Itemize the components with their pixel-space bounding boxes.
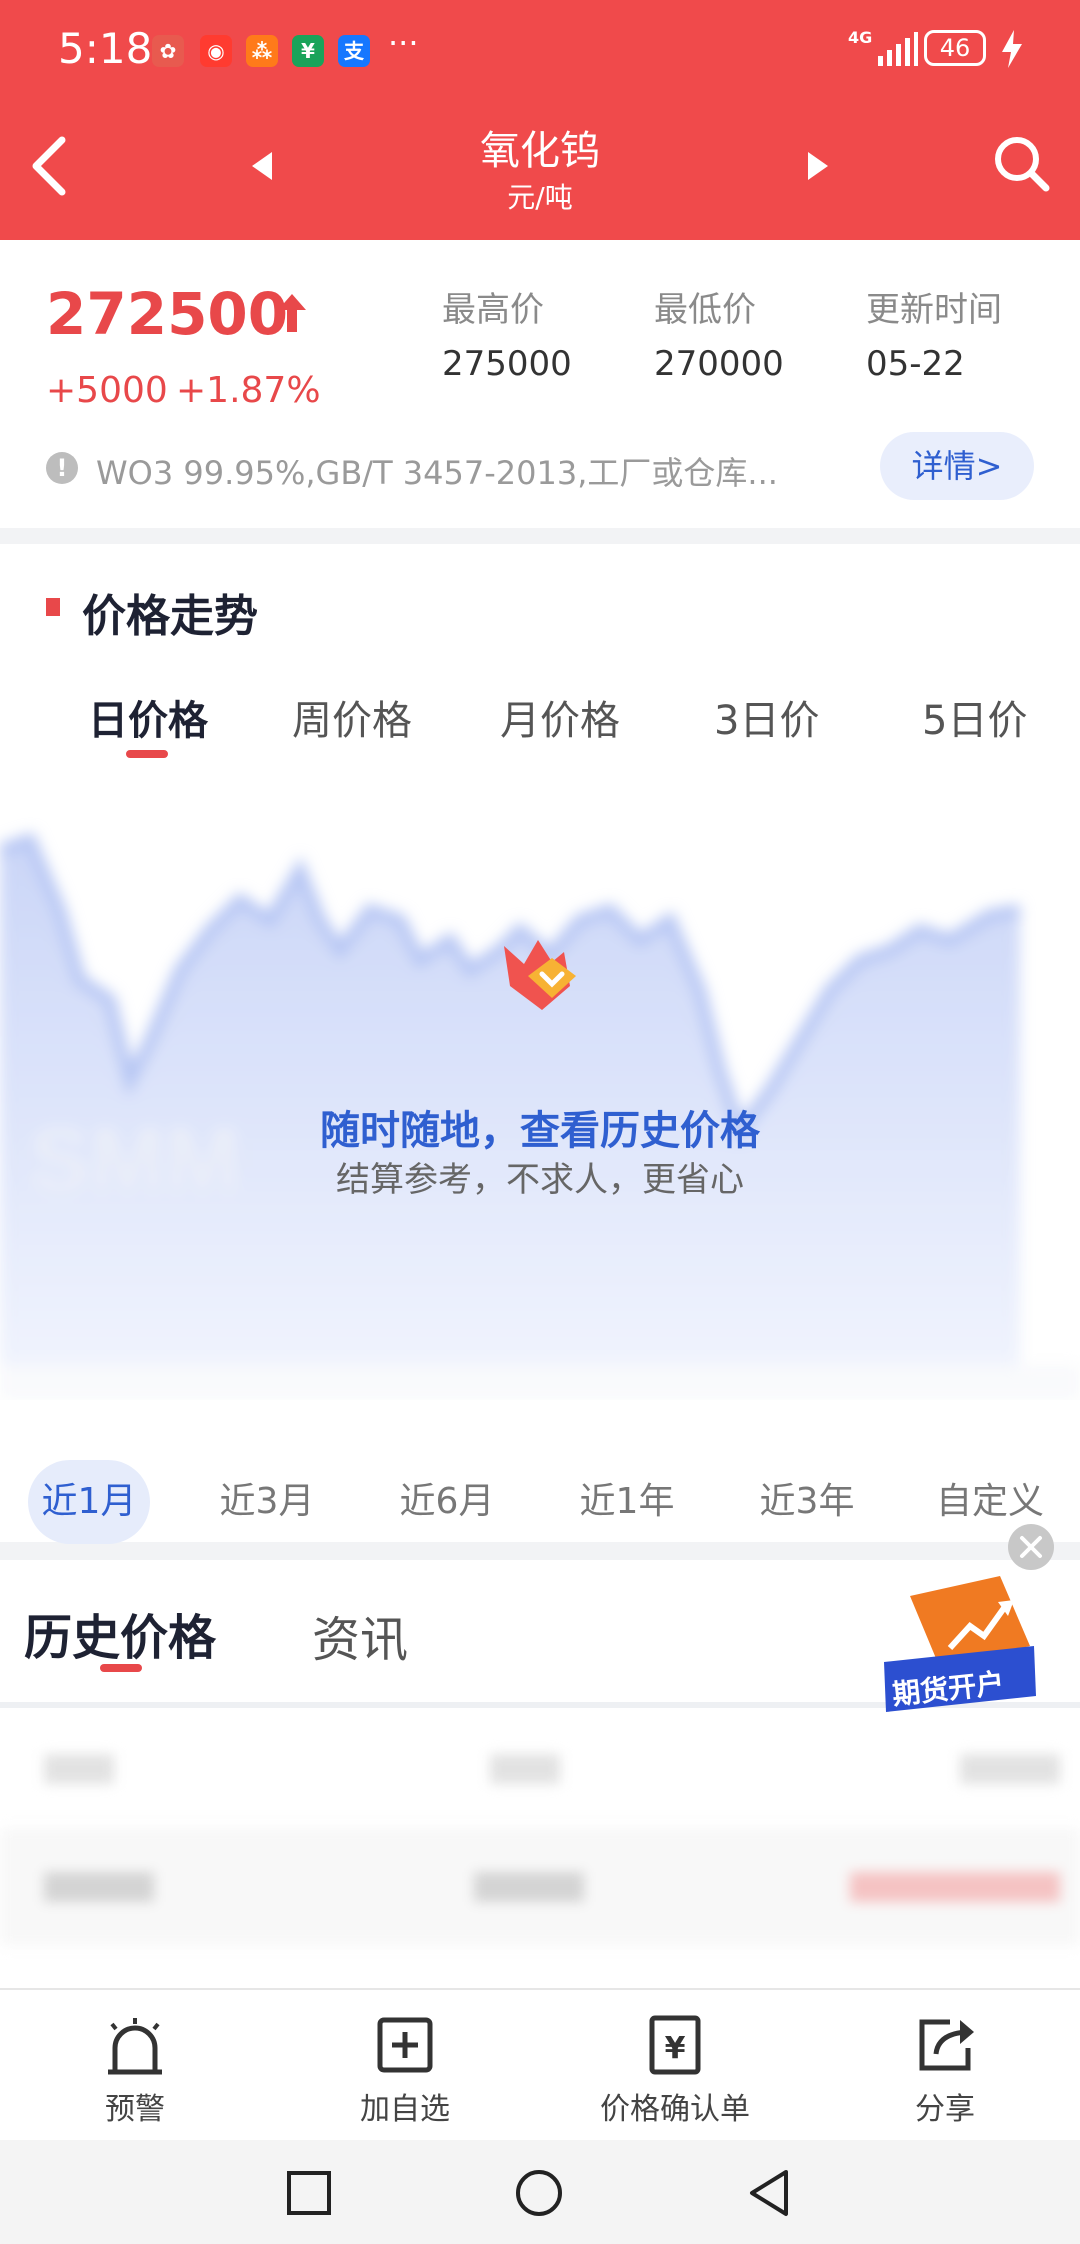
app-notification-icon: ✿	[152, 35, 184, 67]
alipay-icon: 支	[338, 35, 370, 67]
taobao-icon: ⁂	[246, 35, 278, 67]
close-icon	[1020, 1536, 1042, 1558]
add-watchlist-label: 加自选	[360, 2092, 450, 2127]
battery-indicator: 46	[924, 30, 986, 66]
signal-icon	[878, 32, 918, 66]
chart-lock-overlay	[0, 790, 1080, 1400]
network-type: 4G	[848, 28, 873, 47]
tab-monthly-price[interactable]: 月价格	[500, 688, 620, 746]
yuan-document-icon: ¥	[649, 2015, 701, 2075]
history-tab-indicator	[100, 1664, 142, 1672]
svg-text:¥: ¥	[665, 2031, 686, 2066]
alert-label: 预警	[105, 2092, 165, 2127]
triangle-right-icon[interactable]	[808, 152, 830, 180]
tab-history-price[interactable]: 历史价格	[24, 1598, 216, 1668]
price-change-absolute: +5000	[46, 370, 168, 411]
price-trend-section: 价格走势 日价格 周价格 月价格 3日价 5日价 SMM 随时随地，查看历史价格…	[0, 544, 1080, 1544]
price-chart-locked[interactable]: SMM 随时随地，查看历史价格 结算参考，不求人，更省心	[0, 790, 1080, 1400]
bottom-action-bar: 预警 加自选 ¥ 价格确认单 分享	[0, 1988, 1080, 2140]
range-3-years[interactable]: 近3年	[746, 1460, 868, 1544]
detail-button[interactable]: 详情>	[880, 432, 1034, 500]
low-price-label: 最低价	[654, 290, 756, 330]
home-circle-icon[interactable]	[514, 2168, 564, 2218]
close-promo-badge-button[interactable]	[1008, 1524, 1054, 1570]
futures-account-badge[interactable]: 期货开户	[880, 1576, 1040, 1730]
tab-daily-price[interactable]: 日价格	[88, 688, 208, 746]
back-triangle-icon[interactable]	[746, 2168, 792, 2218]
tab-5day-price[interactable]: 5日价	[922, 688, 1027, 746]
price-confirmation-label: 价格确认单	[600, 2092, 750, 2127]
range-3-months[interactable]: 近3月	[206, 1460, 328, 1544]
status-time: 5:18	[58, 24, 153, 73]
info-exclamation-icon: !	[46, 452, 78, 484]
top-header: 5:18 ✿ ◉ ⁂ ¥ 支 ··· 4G 46 氧化钨 元/吨	[0, 0, 1080, 240]
price-confirmation-button[interactable]: ¥ 价格确认单	[540, 1990, 810, 2142]
history-promo-title: 随时随地，查看历史价格	[320, 1108, 760, 1154]
trend-title: 价格走势	[82, 591, 258, 642]
recents-square-icon[interactable]	[286, 2170, 332, 2216]
share-button[interactable]: 分享	[810, 1990, 1080, 2142]
add-box-icon	[377, 2017, 433, 2073]
page-title: 氧化钨	[480, 128, 600, 174]
share-icon	[919, 2019, 974, 2071]
table-row	[0, 1828, 1080, 1946]
more-notifications-icon: ···	[388, 24, 419, 62]
charging-icon	[1002, 30, 1022, 68]
history-promo-subtitle: 结算参考，不求人，更省心	[336, 1160, 744, 1200]
history-table-blurred	[0, 1710, 1080, 1950]
product-spec-text: WO3 99.95%,GB/T 3457-2013,工厂或仓库...	[96, 454, 778, 492]
high-price-value: 275000	[442, 344, 572, 384]
price-summary-card: 272500 +5000 +1.87% 最高价 275000 最低价 27000…	[0, 240, 1080, 528]
update-time-value: 05-22	[866, 344, 965, 384]
tab-weekly-price[interactable]: 周价格	[292, 688, 412, 746]
search-icon[interactable]	[992, 134, 1052, 194]
high-price-label: 最高价	[442, 290, 544, 330]
alert-button[interactable]: 预警	[0, 1990, 270, 2142]
add-watchlist-button[interactable]: 加自选	[270, 1990, 540, 2142]
low-price-value: 270000	[654, 344, 784, 384]
smm-fox-logo-icon	[504, 940, 576, 1010]
update-time-label: 更新时间	[866, 290, 1002, 330]
tab-news[interactable]: 资讯	[312, 1600, 408, 1670]
current-price: 272500	[46, 280, 289, 348]
section-marker	[46, 598, 60, 616]
price-change-percent: +1.87%	[176, 370, 321, 411]
range-1-month[interactable]: 近1月	[28, 1460, 150, 1544]
alarm-bell-icon	[108, 2018, 162, 2075]
range-1-year[interactable]: 近1年	[566, 1460, 688, 1544]
system-navigation-bar	[0, 2140, 1080, 2244]
unit-subtitle: 元/吨	[507, 181, 573, 214]
arrow-up-icon	[278, 294, 306, 332]
range-6-months[interactable]: 近6月	[386, 1460, 508, 1544]
weibo-icon: ◉	[200, 35, 232, 67]
share-label: 分享	[915, 2092, 975, 2127]
tab-3day-price[interactable]: 3日价	[714, 688, 819, 746]
bank-app-icon: ¥	[292, 35, 324, 67]
active-tab-indicator	[126, 750, 168, 758]
